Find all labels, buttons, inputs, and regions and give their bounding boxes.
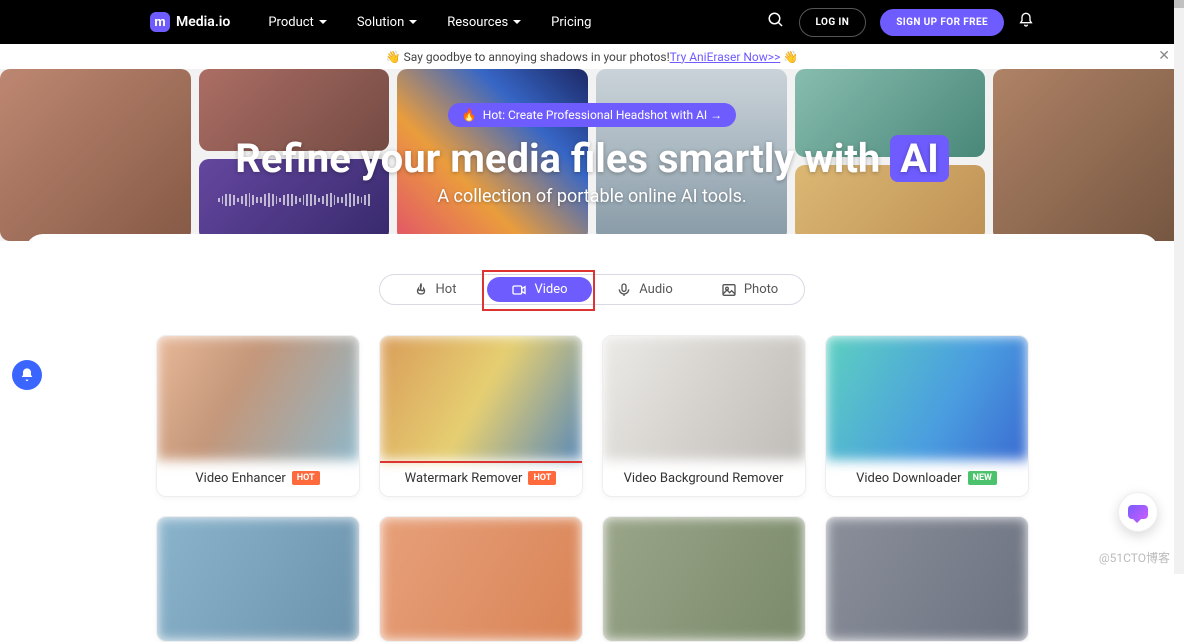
tool-card[interactable]	[602, 516, 806, 642]
hero-hot-link[interactable]: 🔥Hot: Create Professional Headshot with …	[448, 103, 736, 127]
scrollbar-thumb[interactable]	[1174, 0, 1184, 8]
hero: 🔥Hot: Create Professional Headshot with …	[0, 69, 1184, 241]
chat-fab[interactable]	[1118, 492, 1158, 532]
card-title: Video Background Remover	[624, 471, 784, 486]
annotation-highlight	[379, 461, 583, 497]
card-thumbnail	[157, 517, 359, 641]
close-icon[interactable]: ✕	[1158, 48, 1170, 64]
header: m Media.io Product Solution Resources Pr…	[0, 0, 1184, 44]
video-icon	[511, 282, 527, 298]
tab-photo[interactable]: Photo	[697, 277, 802, 302]
tool-card[interactable]	[379, 516, 583, 642]
promo-link[interactable]: Try AniEraser Now>>	[670, 50, 781, 64]
tab-video[interactable]: Video	[487, 277, 592, 302]
tool-card-video-bg-remover[interactable]: Video Background Remover	[602, 335, 806, 497]
microphone-icon	[616, 282, 632, 298]
hero-title: Refine your media files smartly with AI	[235, 135, 949, 182]
card-thumbnail	[380, 336, 582, 460]
promo-text: Say goodbye to annoying shadows in your …	[404, 50, 670, 64]
card-thumbnail	[157, 336, 359, 460]
tool-card-video-downloader[interactable]: Video Downloader NEW	[825, 335, 1029, 497]
promo-bar: 👋 Say goodbye to annoying shadows in you…	[0, 44, 1184, 69]
card-title: Video Enhancer	[195, 471, 285, 486]
signup-button[interactable]: SIGN UP FOR FREE	[880, 9, 1004, 36]
card-title: Video Downloader	[856, 471, 961, 486]
notifications-fab[interactable]	[12, 360, 42, 390]
tab-hot[interactable]: Hot	[382, 277, 487, 302]
category-tabs: Hot Video Audio Photo	[379, 274, 805, 305]
watermark: @51CTO博客	[1099, 549, 1170, 566]
scrollbar[interactable]	[1174, 0, 1184, 574]
brand-name: Media.io	[176, 14, 230, 30]
nav-product[interactable]: Product	[268, 15, 326, 30]
tool-panel: Hot Video Audio Photo Video Enhancer HOT …	[25, 234, 1159, 642]
search-icon[interactable]	[767, 11, 785, 33]
main-nav: Product Solution Resources Pricing	[268, 15, 591, 30]
fire-icon: 🔥	[462, 108, 477, 122]
card-thumbnail	[826, 336, 1028, 460]
card-thumbnail	[603, 517, 805, 641]
chevron-down-icon	[513, 20, 521, 24]
nav-pricing[interactable]: Pricing	[551, 15, 591, 30]
new-badge: NEW	[968, 471, 997, 485]
chevron-down-icon	[319, 20, 327, 24]
tab-audio[interactable]: Audio	[592, 277, 697, 302]
logo[interactable]: m Media.io	[150, 12, 230, 32]
tool-card[interactable]	[156, 516, 360, 642]
logo-mark-icon: m	[150, 12, 170, 32]
tool-grid: Video Enhancer HOT Watermark RemoverHOT V…	[25, 335, 1159, 642]
wave-emoji-icon: 👋	[783, 50, 798, 64]
chevron-down-icon	[409, 20, 417, 24]
tool-card-watermark-remover[interactable]: Watermark RemoverHOT	[379, 335, 583, 497]
tool-card[interactable]	[825, 516, 1029, 642]
login-button[interactable]: LOG IN	[799, 8, 867, 37]
wave-emoji-icon: 👋	[386, 50, 401, 64]
bell-icon	[19, 367, 35, 383]
tool-card-video-enhancer[interactable]: Video Enhancer HOT	[156, 335, 360, 497]
card-thumbnail	[603, 336, 805, 460]
hot-badge: HOT	[292, 471, 320, 485]
nav-solution[interactable]: Solution	[357, 15, 417, 30]
card-thumbnail	[826, 517, 1028, 641]
card-thumbnail	[380, 517, 582, 641]
nav-resources[interactable]: Resources	[447, 15, 521, 30]
bell-icon[interactable]	[1018, 12, 1034, 32]
flame-icon	[413, 282, 429, 298]
image-icon	[721, 282, 737, 298]
hero-subtitle: A collection of portable online AI tools…	[437, 186, 746, 207]
chat-bubble-icon	[1128, 505, 1148, 519]
